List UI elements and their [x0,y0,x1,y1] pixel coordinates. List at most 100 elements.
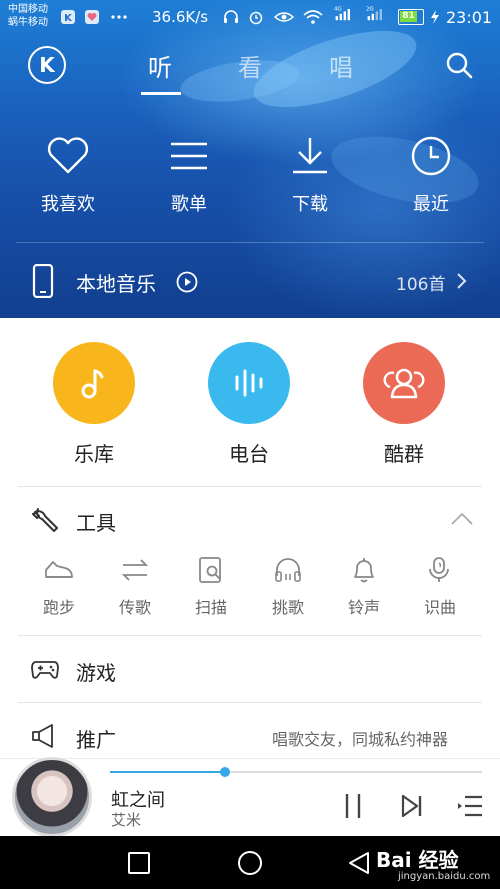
chevron-right-icon [457,273,467,289]
header-banner: 中国移动 蜗牛移动 K 36.6K/s 4G 2G 81 23:01 K 听 看… [0,0,500,318]
baidu-jingyan-watermark: Bai 经验 jingyan.baidu.com [376,844,490,882]
divider [18,486,482,487]
feature-label: 酷群 [384,442,424,466]
watermark-sub: jingyan.baidu.com [398,871,491,882]
quick-label: 我喜欢 [41,194,95,215]
local-music-title: 本地音乐 [76,272,156,296]
chevron-up-icon[interactable] [450,512,474,526]
games-row[interactable]: 游戏 [76,657,116,686]
quick-label: 下载 [292,194,328,215]
library-button[interactable] [53,342,135,424]
artist-name: 艾米 [111,811,142,829]
group-button[interactable] [363,342,445,424]
heart-notify-icon [85,10,99,24]
playlist-icon[interactable] [456,791,484,821]
top-nav: K 听 看 唱 [0,34,500,96]
radio-wave-icon [235,369,263,397]
mic-recognize-icon [429,557,449,582]
feature-library[interactable]: 乐库 [34,342,154,467]
watermark-main: Bai 经验 [376,848,459,872]
download-icon [293,138,327,174]
wrench-icon [32,508,58,532]
music-note-icon [81,369,104,399]
list-icon [171,142,207,170]
headset-icon [224,10,238,23]
svg-text:4G: 4G [334,7,342,13]
quick-downloads[interactable]: 下载 [260,136,360,216]
svg-text:K: K [64,13,73,24]
divider [16,242,484,243]
local-music-count: 106首 [396,275,446,295]
tab-listen[interactable]: 听 [130,48,190,83]
radio-button[interactable] [208,342,290,424]
mini-player[interactable]: 虹之间 艾米 [0,757,500,837]
tool-recognize[interactable]: 识曲 [402,556,478,618]
kugou-logo-icon[interactable]: K [28,46,66,84]
active-tab-indicator [141,92,181,95]
tools-title: 工具 [76,511,116,535]
quick-recent[interactable]: 最近 [381,136,481,216]
local-music-row[interactable]: 本地音乐 106首 [0,250,500,312]
system-nav-bar: Bai 经验 jingyan.baidu.com [0,836,500,889]
svg-text:2G: 2G [366,7,374,13]
more-dots-icon [111,15,127,19]
bell-icon [354,558,374,583]
megaphone-icon [32,724,53,748]
kugou-notify-icon: K [61,10,75,24]
progress-fill [110,771,226,773]
status-bar: 中国移动 蜗牛移动 K 36.6K/s 4G 2G 81 23:01 [0,0,500,34]
tool-transfer[interactable]: 传歌 [97,556,173,618]
recent-apps-icon[interactable] [126,850,152,876]
tool-ringtone[interactable]: 铃声 [326,556,402,618]
group-icon [383,368,425,399]
tool-label: 扫描 [194,598,227,617]
progress-bar[interactable] [110,767,482,777]
clock: 23:01 [446,8,493,27]
tool-running[interactable]: 跑步 [21,556,97,618]
shoe-icon [45,561,73,578]
battery-level: 81 [400,11,417,22]
feature-group[interactable]: 酷群 [344,342,464,467]
headphones-icon [275,558,301,582]
carrier-info: 中国移动 蜗牛移动 [8,3,48,29]
home-icon[interactable] [236,850,264,878]
feature-radio[interactable]: 电台 [189,342,309,467]
promotion-row[interactable]: 推广 [76,724,116,753]
clock-icon [411,136,451,176]
progress-handle[interactable] [220,767,231,777]
transfer-icon [121,559,149,581]
pause-icon[interactable] [341,791,365,821]
alarm-icon [249,11,263,25]
album-cover[interactable] [12,757,92,837]
quick-label: 歌单 [171,194,207,215]
tool-scan[interactable]: 扫描 [173,556,249,618]
feature-label: 乐库 [74,442,114,466]
next-icon[interactable] [399,791,425,821]
feature-label: 电台 [229,442,269,466]
divider [18,635,482,636]
gamepad-icon [31,661,59,679]
signal-2g-icon: 2G [366,7,382,21]
battery-icon: 81 [398,9,424,25]
divider [18,702,482,703]
tool-label: 识曲 [423,598,456,617]
carrier-2: 蜗牛移动 [8,17,48,28]
tool-pick-song[interactable]: 挑歌 [250,556,326,618]
play-circle-icon[interactable] [176,271,198,293]
wifi-icon [303,10,323,24]
quick-playlists[interactable]: 歌单 [139,136,239,216]
tool-label: 铃声 [347,598,380,617]
search-icon[interactable] [444,50,474,80]
quick-favorites[interactable]: 我喜欢 [18,136,118,216]
back-icon[interactable] [346,850,372,876]
scan-icon [199,557,221,583]
quick-label: 最近 [413,194,449,215]
tab-sing[interactable]: 唱 [311,48,371,83]
tool-label: 挑歌 [271,598,304,617]
eye-icon [274,12,294,22]
tool-label: 传歌 [118,598,151,617]
network-speed: 36.6K/s [152,8,209,26]
phone-icon [32,264,54,298]
tool-label: 跑步 [42,598,75,617]
tab-watch[interactable]: 看 [220,48,280,83]
